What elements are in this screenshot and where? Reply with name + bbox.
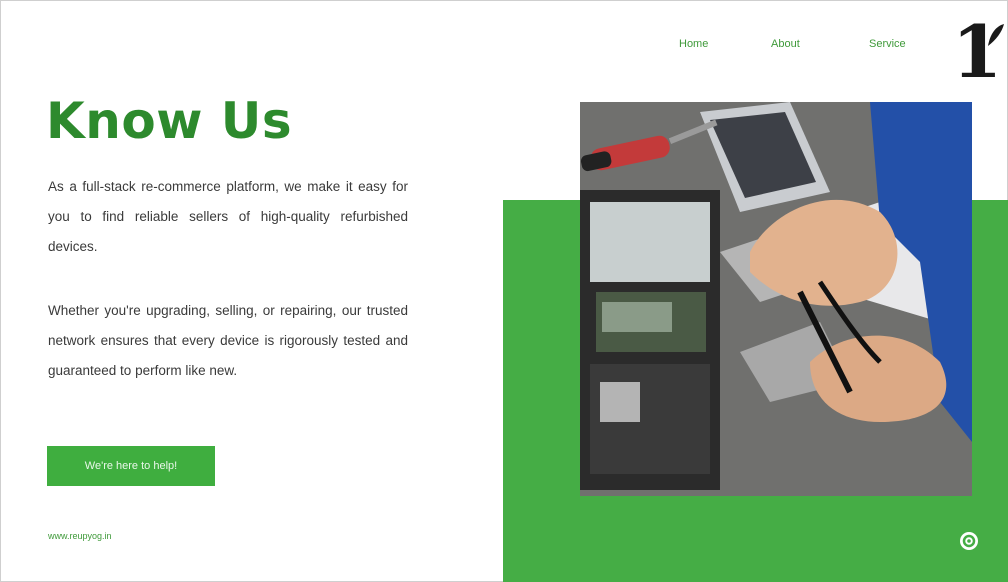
brand-logo[interactable]: 1 bbox=[950, 14, 1006, 90]
page-title: Know Us bbox=[46, 92, 293, 150]
repair-photo bbox=[580, 102, 972, 496]
website-url[interactable]: www.reupyog.in bbox=[48, 531, 112, 541]
help-button[interactable]: We're here to help! bbox=[47, 446, 215, 486]
repair-photo-illustration bbox=[580, 102, 972, 496]
network-paragraph: Whether you're upgrading, selling, or re… bbox=[48, 303, 408, 378]
nav-home-link[interactable]: Home bbox=[679, 38, 708, 50]
leaf-icon bbox=[988, 24, 1004, 46]
nav-about-link[interactable]: About bbox=[771, 38, 800, 50]
gear-icon[interactable] bbox=[958, 530, 980, 552]
nav-service-link[interactable]: Service bbox=[869, 38, 906, 50]
intro-paragraph: As a full-stack re-commerce platform, we… bbox=[48, 179, 408, 254]
